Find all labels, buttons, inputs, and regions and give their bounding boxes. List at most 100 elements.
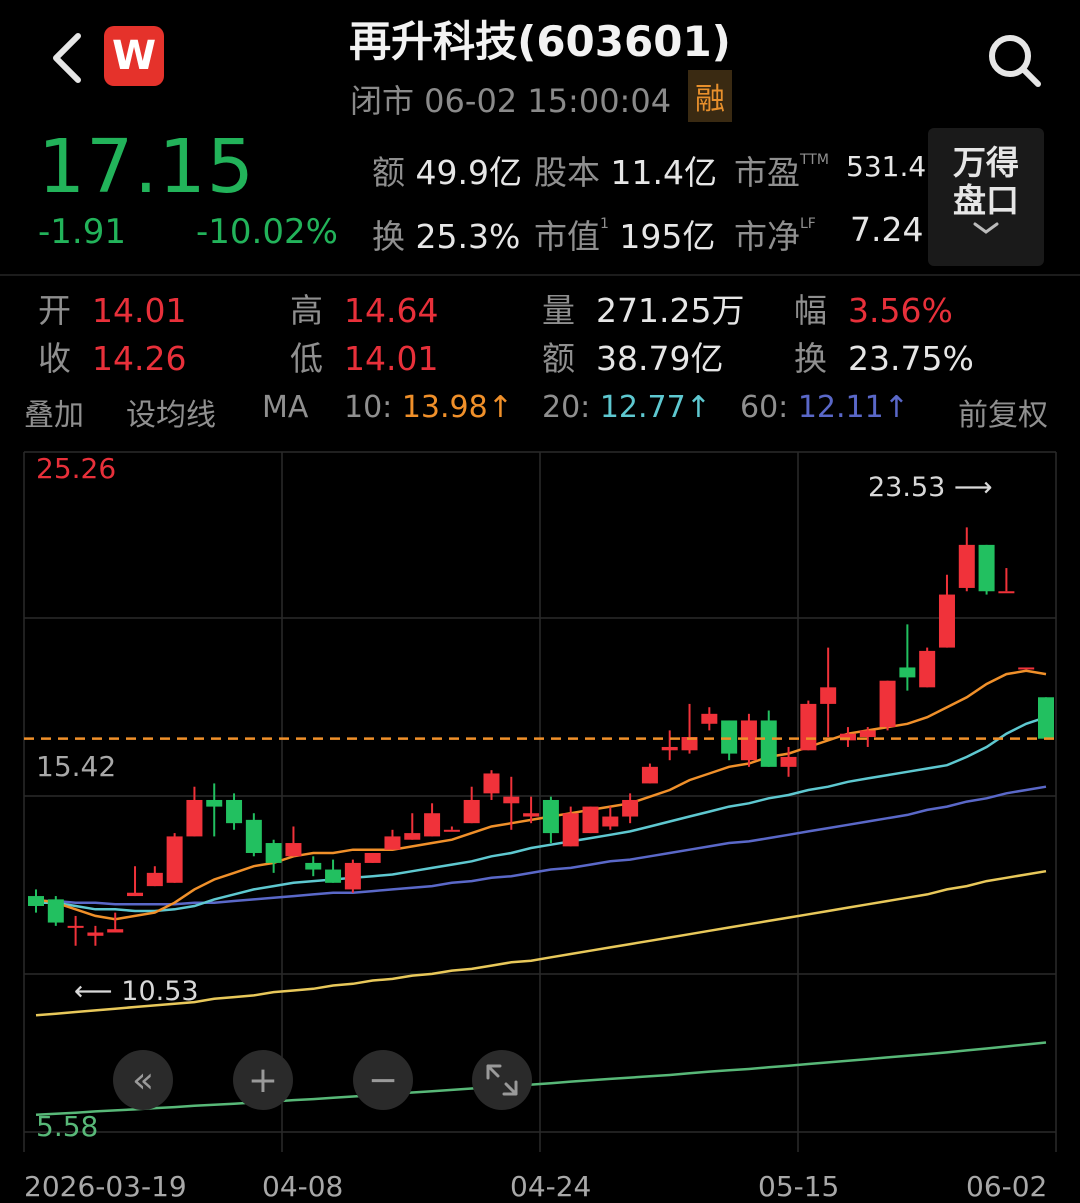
candle-body bbox=[245, 819, 262, 853]
stat-pe: 市盈TTM bbox=[734, 152, 829, 192]
candle-body bbox=[978, 544, 995, 592]
candle-body bbox=[483, 773, 500, 794]
candle-body bbox=[463, 799, 480, 824]
candle-body bbox=[562, 813, 579, 847]
candle-body bbox=[1038, 697, 1054, 739]
close-field: 收 14.26 bbox=[38, 339, 187, 378]
candle-body bbox=[404, 833, 421, 840]
candle-body bbox=[166, 836, 183, 883]
candle-body bbox=[305, 862, 322, 870]
ma60-readout: 60: 12.11↑ bbox=[740, 390, 909, 425]
candle-body bbox=[206, 799, 223, 807]
high-field: 高 14.64 bbox=[290, 291, 439, 330]
candle-body bbox=[1018, 667, 1035, 670]
price-change: -1.91 bbox=[38, 212, 126, 252]
candle-body bbox=[285, 843, 302, 857]
stat-pe-value: 531.4 bbox=[846, 150, 927, 183]
candle-body bbox=[443, 829, 460, 832]
candle-body bbox=[800, 703, 817, 751]
stat-turnover: 换 25.3% bbox=[372, 217, 521, 256]
candle-body bbox=[87, 932, 104, 936]
candle-body bbox=[622, 799, 639, 817]
ma250-line bbox=[35, 1041, 1047, 1116]
high-marker-label: 23.53 ⟶ bbox=[868, 472, 993, 503]
amount-field: 额 38.79亿 bbox=[542, 339, 724, 378]
candle-body bbox=[28, 896, 44, 906]
fullscreen-button[interactable] bbox=[472, 1050, 532, 1110]
candle-body bbox=[859, 730, 876, 738]
candle-body bbox=[780, 756, 797, 767]
volume-field: 量 271.25万 bbox=[542, 291, 745, 330]
candle-body bbox=[424, 813, 441, 837]
candle-body bbox=[47, 899, 64, 923]
candle-body bbox=[998, 591, 1015, 594]
last-price: 17.15 bbox=[38, 124, 255, 210]
kline-chart[interactable]: 25.26 15.42 5.58 23.53 ⟶ ⟵ 10.53 « + − bbox=[0, 432, 1080, 1170]
candle-body bbox=[344, 862, 361, 890]
open-field: 开 14.01 bbox=[38, 291, 187, 330]
candle-body bbox=[958, 544, 975, 588]
candle-body bbox=[938, 594, 955, 648]
margin-badge: 融 bbox=[688, 70, 732, 122]
candle-body bbox=[701, 713, 718, 724]
scroll-back-button-label: « bbox=[132, 1060, 154, 1101]
candle-body bbox=[67, 925, 84, 928]
candle-body bbox=[107, 929, 124, 933]
price-change-pct: -10.02% bbox=[196, 212, 338, 252]
candle-body bbox=[364, 852, 381, 863]
wande-panel-button[interactable]: 万得 盘口 bbox=[928, 128, 1044, 266]
search-button[interactable] bbox=[984, 30, 1044, 90]
candle-body bbox=[542, 799, 559, 834]
low-field: 低 14.01 bbox=[290, 339, 439, 378]
y-mid-label: 15.42 bbox=[36, 750, 116, 783]
x-tick: 04-08 bbox=[262, 1170, 344, 1203]
stat-pb: 市净LF bbox=[734, 216, 816, 256]
stat-pb-value: 7.24 bbox=[850, 210, 924, 249]
candle-body bbox=[721, 720, 738, 754]
candle-body bbox=[325, 869, 342, 883]
y-min-label: 5.58 bbox=[36, 1110, 98, 1143]
market-status: 闭市 06-02 15:00:04 bbox=[350, 82, 672, 120]
chevron-down-icon bbox=[973, 222, 999, 234]
wande-line2: 盘口 bbox=[953, 181, 1019, 220]
candle-body bbox=[523, 813, 540, 817]
candle-body bbox=[661, 746, 678, 751]
candle-body bbox=[919, 650, 936, 688]
candle-body bbox=[384, 836, 401, 850]
amplitude-field: 幅 3.56% bbox=[794, 291, 953, 330]
candle-body bbox=[146, 872, 163, 887]
candle-body bbox=[820, 687, 837, 704]
candle-body bbox=[760, 720, 777, 767]
divider bbox=[0, 274, 1080, 276]
wande-line1: 万得 bbox=[953, 143, 1019, 182]
candle-body bbox=[186, 799, 203, 837]
stat-mcap: 市值1 195亿 bbox=[534, 216, 716, 256]
adjust-button[interactable]: 前复权 bbox=[958, 390, 1048, 434]
ma20-readout: 20: 12.77↑ bbox=[542, 390, 711, 425]
set-ma-button[interactable]: 设均线 bbox=[126, 390, 216, 434]
candle-body bbox=[127, 892, 144, 897]
candle-body bbox=[265, 843, 282, 863]
candle-body bbox=[226, 799, 243, 824]
zoom-out-button-label: − bbox=[368, 1060, 398, 1101]
stock-title: 再升科技(603601) bbox=[349, 17, 731, 66]
candle-body bbox=[641, 766, 658, 784]
y-max-label: 25.26 bbox=[36, 452, 116, 485]
x-tick: 2026-03-19 bbox=[24, 1170, 187, 1203]
candle-body bbox=[582, 806, 599, 834]
search-icon bbox=[989, 35, 1041, 87]
candle-body bbox=[740, 720, 757, 761]
x-tick: 06-02 bbox=[966, 1170, 1048, 1203]
candle-body bbox=[899, 667, 916, 678]
zoom-in-button-label: + bbox=[248, 1060, 278, 1101]
turnover-field: 换 23.75% bbox=[794, 339, 974, 378]
stat-amount: 额 49.9亿 bbox=[372, 153, 522, 192]
candle-body bbox=[503, 796, 520, 804]
stat-shares: 股本 11.4亿 bbox=[534, 153, 717, 192]
low-marker-label: ⟵ 10.53 bbox=[74, 976, 199, 1007]
ma10-readout: 10: 13.98↑ bbox=[344, 390, 513, 425]
overlay-button[interactable]: 叠加 bbox=[24, 390, 84, 434]
x-tick: 04-24 bbox=[510, 1170, 592, 1203]
x-tick: 05-15 bbox=[758, 1170, 840, 1203]
candle-body bbox=[879, 680, 896, 728]
